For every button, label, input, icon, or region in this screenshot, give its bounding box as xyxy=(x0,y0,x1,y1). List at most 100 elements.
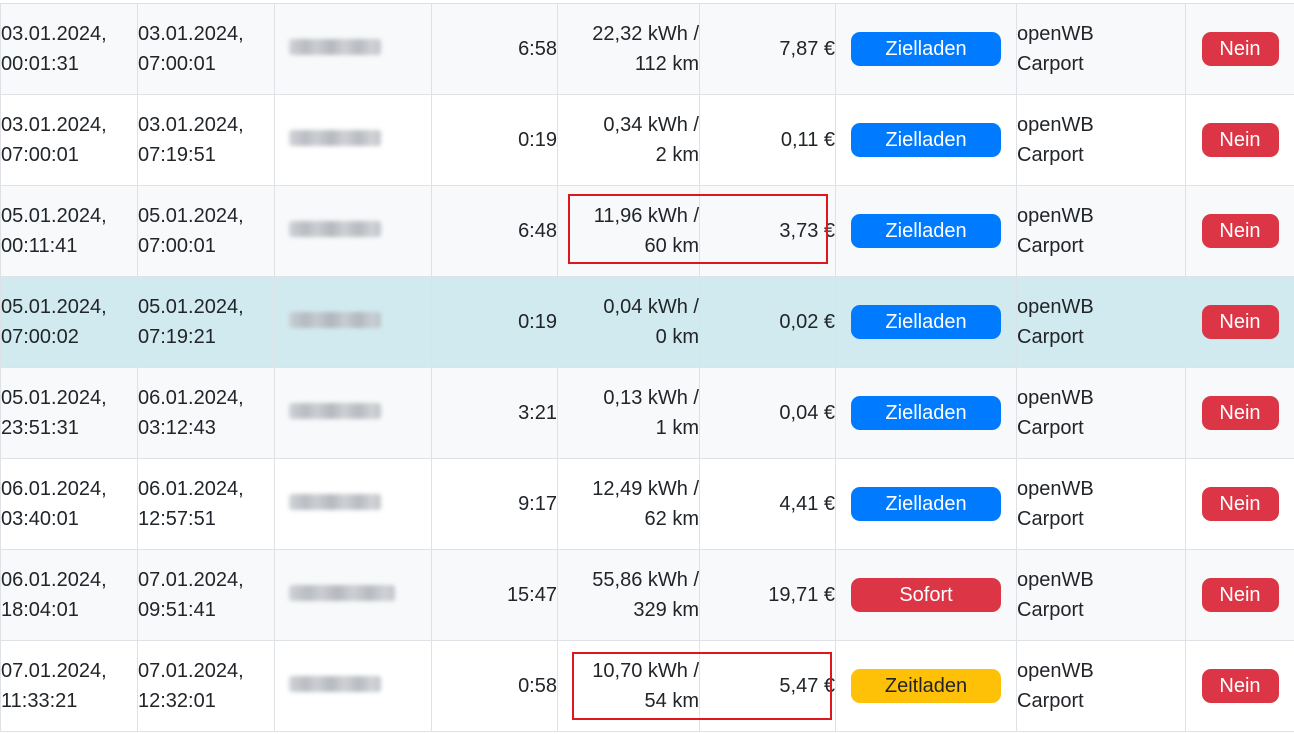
range-value: 2 km xyxy=(655,144,699,166)
nein-badge[interactable]: Nein xyxy=(1201,578,1279,612)
charge-mode-badge[interactable]: Sofort xyxy=(851,578,1001,612)
mode-cell: Zielladen xyxy=(835,185,1017,277)
duration-cell: 0:58 xyxy=(431,640,558,732)
end-date: 07.01.2024, xyxy=(138,569,244,591)
table-row[interactable]: 05.01.2024, 00:11:41 05.01.2024, 07:00:01 … xyxy=(0,185,1294,277)
start-time: 11:33:21 xyxy=(1,690,78,712)
energy-cell: 22,32 kWh / 112 km xyxy=(557,3,700,95)
charge-mode-badge[interactable]: Zielladen xyxy=(851,214,1001,248)
range-value: 112 km xyxy=(634,53,699,75)
location-cell: openWB Carport xyxy=(1016,94,1186,186)
energy-value: 12,49 kWh / xyxy=(592,478,699,500)
duration-cell: 0:19 xyxy=(431,276,558,368)
end-date: 03.01.2024, xyxy=(138,114,244,136)
range-value: 60 km xyxy=(644,235,699,257)
end-time: 09:51:41 xyxy=(138,599,216,621)
table-row[interactable]: 03.01.2024, 00:01:31 03.01.2024, 07:00:01 … xyxy=(0,3,1294,95)
location-line2: Carport xyxy=(1017,417,1084,439)
duration-cell: 9:17 xyxy=(431,458,558,550)
nein-badge[interactable]: Nein xyxy=(1201,32,1279,66)
nein-badge[interactable]: Nein xyxy=(1201,487,1279,521)
nein-badge[interactable]: Nein xyxy=(1201,214,1279,248)
blurred-vehicle-plate xyxy=(289,585,395,601)
cost-cell: 7,87 € xyxy=(699,3,836,95)
blurred-vehicle-plate xyxy=(289,130,381,146)
energy-value: 22,32 kWh / xyxy=(592,23,699,45)
start-time: 07:00:02 xyxy=(1,326,79,348)
table-row[interactable]: 06.01.2024, 03:40:01 06.01.2024, 12:57:51 … xyxy=(0,458,1294,550)
start-cell: 05.01.2024, 23:51:31 xyxy=(0,367,138,459)
location-line1: openWB xyxy=(1017,114,1094,136)
vehicle-cell xyxy=(274,367,432,459)
charge-mode-badge[interactable]: Zielladen xyxy=(851,487,1001,521)
start-time: 00:11:41 xyxy=(1,235,78,257)
vehicle-cell xyxy=(274,458,432,550)
table-row[interactable]: 03.01.2024, 07:00:01 03.01.2024, 07:19:51 … xyxy=(0,94,1294,186)
energy-cell: 12,49 kWh / 62 km xyxy=(557,458,700,550)
vehicle-cell xyxy=(274,185,432,277)
start-cell: 05.01.2024, 00:11:41 xyxy=(0,185,138,277)
range-value: 62 km xyxy=(644,508,699,530)
start-time: 23:51:31 xyxy=(1,417,79,439)
energy-value: 0,13 kWh / xyxy=(603,387,699,409)
energy-cell: 10,70 kWh / 54 km xyxy=(557,640,700,732)
start-date: 07.01.2024, xyxy=(1,660,107,682)
charge-mode-badge[interactable]: Zielladen xyxy=(851,396,1001,430)
location-line1: openWB xyxy=(1017,660,1094,682)
range-value: 329 km xyxy=(633,599,699,621)
charge-mode-badge[interactable]: Zielladen xyxy=(851,305,1001,339)
nein-badge[interactable]: Nein xyxy=(1201,669,1279,703)
charge-mode-badge[interactable]: Zeitladen xyxy=(851,669,1001,703)
nein-badge[interactable]: Nein xyxy=(1201,396,1279,430)
end-date: 06.01.2024, xyxy=(138,387,244,409)
start-cell: 05.01.2024, 07:00:02 xyxy=(0,276,138,368)
energy-cell: 55,86 kWh / 329 km xyxy=(557,549,700,641)
end-cell: 05.01.2024, 07:00:01 xyxy=(137,185,275,277)
location-line1: openWB xyxy=(1017,23,1094,45)
start-time: 00:01:31 xyxy=(1,53,79,75)
end-date: 05.01.2024, xyxy=(138,296,244,318)
end-time: 07:19:21 xyxy=(138,326,216,348)
vehicle-cell xyxy=(274,549,432,641)
mode-cell: Zielladen xyxy=(835,94,1017,186)
table-row[interactable]: 06.01.2024, 18:04:01 07.01.2024, 09:51:41 … xyxy=(0,549,1294,641)
energy-cell: 0,04 kWh / 0 km xyxy=(557,276,700,368)
start-cell: 06.01.2024, 18:04:01 xyxy=(0,549,138,641)
location-cell: openWB Carport xyxy=(1016,640,1186,732)
end-cell: 06.01.2024, 12:57:51 xyxy=(137,458,275,550)
blurred-vehicle-plate xyxy=(289,676,381,692)
end-cell: 07.01.2024, 12:32:01 xyxy=(137,640,275,732)
location-line2: Carport xyxy=(1017,599,1084,621)
location-cell: openWB Carport xyxy=(1016,367,1186,459)
energy-value: 11,96 kWh / xyxy=(593,205,699,227)
nein-badge[interactable]: Nein xyxy=(1201,123,1279,157)
location-line1: openWB xyxy=(1017,478,1094,500)
mode-cell: Sofort xyxy=(835,549,1017,641)
range-value: 1 km xyxy=(655,417,699,439)
location-line1: openWB xyxy=(1017,296,1094,318)
location-cell: openWB Carport xyxy=(1016,3,1186,95)
cost-cell: 0,02 € xyxy=(699,276,836,368)
flag-cell: Nein xyxy=(1185,3,1294,95)
table-row-highlighted[interactable]: 05.01.2024, 07:00:02 05.01.2024, 07:19:21 … xyxy=(0,276,1294,368)
duration-cell: 15:47 xyxy=(431,549,558,641)
blurred-vehicle-plate xyxy=(289,39,381,55)
location-line2: Carport xyxy=(1017,508,1084,530)
table-row[interactable]: 05.01.2024, 23:51:31 06.01.2024, 03:12:43 … xyxy=(0,367,1294,459)
start-date: 06.01.2024, xyxy=(1,478,107,500)
blurred-vehicle-plate xyxy=(289,312,381,328)
end-cell: 05.01.2024, 07:19:21 xyxy=(137,276,275,368)
location-line2: Carport xyxy=(1017,144,1084,166)
charge-mode-badge[interactable]: Zielladen xyxy=(851,32,1001,66)
start-cell: 03.01.2024, 07:00:01 xyxy=(0,94,138,186)
mode-cell: Zielladen xyxy=(835,3,1017,95)
charge-mode-badge[interactable]: Zielladen xyxy=(851,123,1001,157)
location-line2: Carport xyxy=(1017,235,1084,257)
start-time: 03:40:01 xyxy=(1,508,79,530)
start-date: 06.01.2024, xyxy=(1,569,107,591)
nein-badge[interactable]: Nein xyxy=(1201,305,1279,339)
start-cell: 06.01.2024, 03:40:01 xyxy=(0,458,138,550)
mode-cell: Zielladen xyxy=(835,367,1017,459)
energy-value: 55,86 kWh / xyxy=(592,569,699,591)
table-row[interactable]: 07.01.2024, 11:33:21 07.01.2024, 12:32:01 … xyxy=(0,640,1294,732)
